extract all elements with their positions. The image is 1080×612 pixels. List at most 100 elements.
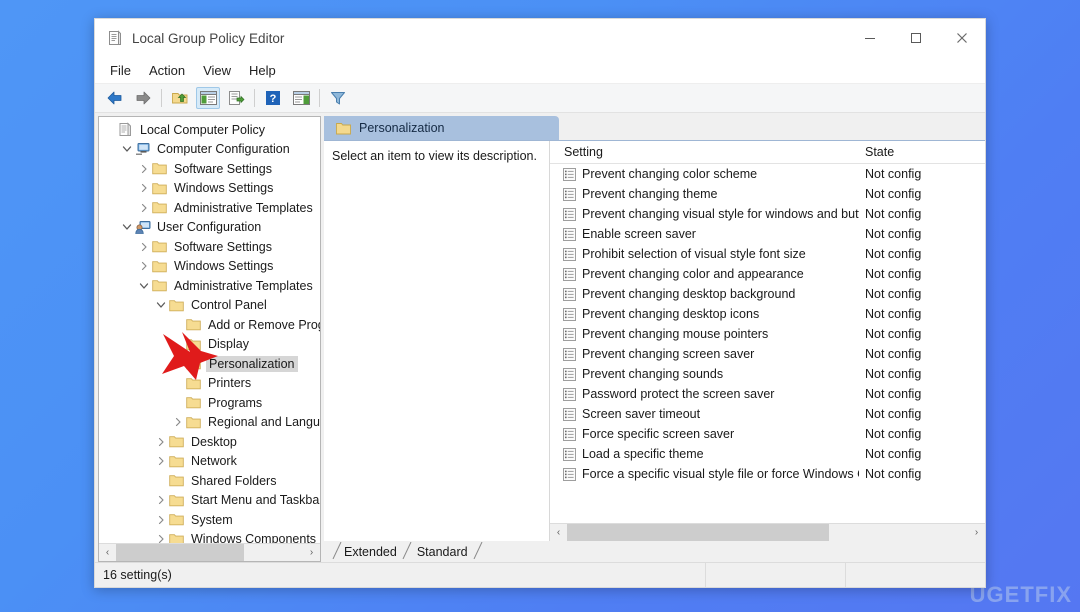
chevron-right-icon[interactable] — [137, 183, 151, 193]
tree-node[interactable]: Programs — [99, 393, 320, 413]
settings-list-row[interactable]: Prevent changing theme Not config — [550, 184, 985, 204]
settings-list-row[interactable]: Prevent changing desktop icons Not config — [550, 304, 985, 324]
chevron-right-icon[interactable] — [154, 456, 168, 466]
setting-state: Not config — [865, 287, 922, 301]
close-button[interactable] — [939, 19, 985, 57]
tree-node[interactable]: User Configuration — [99, 218, 320, 238]
tree-node[interactable]: Shared Folders — [99, 471, 320, 491]
console-tree[interactable]: Local Computer Policy Computer Configurat… — [99, 117, 320, 543]
menu-item-view[interactable]: View — [194, 60, 240, 81]
settings-list-row[interactable]: Prevent changing color scheme Not config — [550, 164, 985, 184]
forward-button[interactable] — [131, 87, 155, 109]
svg-text:?: ? — [270, 93, 277, 105]
tree-node[interactable]: Administrative Templates — [99, 276, 320, 296]
tree-scroll-track[interactable] — [116, 544, 303, 561]
settings-list-row[interactable]: Force specific screen saver Not config — [550, 424, 985, 444]
help-button[interactable]: ? — [261, 87, 285, 109]
tree-node[interactable]: Personalization — [99, 354, 320, 374]
tree-node[interactable]: Regional and Langua — [99, 413, 320, 433]
filter-button[interactable] — [326, 87, 350, 109]
settings-list-row[interactable]: Prevent changing visual style for window… — [550, 204, 985, 224]
status-cell-2 — [705, 563, 845, 587]
menu-bar: File Action View Help — [95, 57, 985, 84]
settings-list-row[interactable]: Prevent changing sounds Not config — [550, 364, 985, 384]
list-horizontal-scrollbar[interactable]: ‹ › — [550, 523, 985, 541]
chevron-down-icon[interactable] — [137, 281, 151, 291]
tree-node[interactable]: Desktop — [99, 432, 320, 452]
tree-node[interactable]: System — [99, 510, 320, 530]
tree-node[interactable]: Windows Settings — [99, 179, 320, 199]
column-header-setting[interactable]: Setting — [550, 145, 859, 159]
chevron-right-icon[interactable] — [137, 164, 151, 174]
menu-item-help[interactable]: Help — [240, 60, 285, 81]
menu-item-action[interactable]: Action — [140, 60, 194, 81]
show-hide-console-tree-button[interactable] — [196, 87, 220, 109]
column-header-state[interactable]: State — [859, 145, 985, 159]
tab-standard[interactable]: Standard — [406, 542, 483, 562]
list-scroll-track[interactable] — [567, 524, 968, 541]
settings-list-row[interactable]: Prevent changing mouse pointers Not confi… — [550, 324, 985, 344]
tree-node[interactable]: Windows Components — [99, 530, 320, 543]
tree-node[interactable]: Software Settings — [99, 159, 320, 179]
list-scroll-right-arrow[interactable]: › — [968, 524, 985, 541]
setting-state: Not config — [865, 227, 922, 241]
policy-setting-icon — [562, 327, 576, 341]
setting-state: Not config — [865, 467, 922, 481]
folder-icon — [168, 494, 185, 507]
chevron-right-icon[interactable] — [137, 242, 151, 252]
tree-node[interactable]: Network — [99, 452, 320, 472]
chevron-right-icon[interactable] — [137, 203, 151, 213]
tree-node[interactable]: Display — [99, 335, 320, 355]
policy-setting-icon — [562, 387, 576, 401]
tree-scroll-right-arrow[interactable]: › — [303, 544, 320, 561]
chevron-down-icon[interactable] — [120, 144, 134, 154]
tree-node[interactable]: Windows Settings — [99, 257, 320, 277]
status-text: 16 setting(s) — [103, 568, 172, 582]
folder-icon — [168, 435, 185, 448]
settings-list-row[interactable]: Screen saver timeout Not config — [550, 404, 985, 424]
chevron-down-icon[interactable] — [154, 300, 168, 310]
up-one-level-button[interactable] — [168, 87, 192, 109]
settings-list-row[interactable]: Password protect the screen saver Not con… — [550, 384, 985, 404]
settings-list-body[interactable]: Prevent changing color scheme Not config P… — [550, 164, 985, 523]
settings-list-row[interactable]: Force a specific visual style file or fo… — [550, 464, 985, 484]
setting-name: Password protect the screen saver — [582, 387, 775, 401]
tab-extended[interactable]: Extended — [332, 542, 412, 562]
show-hide-action-pane-button[interactable] — [289, 87, 313, 109]
settings-list-row[interactable]: Prevent changing screen saver Not config — [550, 344, 985, 364]
chevron-right-icon[interactable] — [154, 437, 168, 447]
settings-list-row[interactable]: Enable screen saver Not config — [550, 224, 985, 244]
chevron-right-icon[interactable] — [171, 417, 185, 427]
tree-node-label: Network — [191, 454, 237, 469]
list-scroll-left-arrow[interactable]: ‹ — [550, 524, 567, 541]
tree-node[interactable]: Add or Remove Prog — [99, 315, 320, 335]
list-scroll-thumb[interactable] — [567, 524, 829, 541]
chevron-right-icon[interactable] — [154, 534, 168, 543]
chevron-right-icon[interactable] — [154, 495, 168, 505]
toolbar-separator — [161, 89, 162, 107]
tree-node[interactable]: Start Menu and Taskbar — [99, 491, 320, 511]
tree-scroll-left-arrow[interactable]: ‹ — [99, 544, 116, 561]
settings-list-row[interactable]: Prohibit selection of visual style font … — [550, 244, 985, 264]
tree-horizontal-scrollbar[interactable]: ‹ › — [99, 543, 320, 561]
folder-open-icon — [185, 357, 202, 370]
tree-node[interactable]: Printers — [99, 374, 320, 394]
tree-node[interactable]: Software Settings — [99, 237, 320, 257]
policy-setting-icon — [562, 427, 576, 441]
tree-node[interactable]: Control Panel — [99, 296, 320, 316]
settings-list-row[interactable]: Load a specific theme Not config — [550, 444, 985, 464]
settings-list-row[interactable]: Prevent changing color and appearance Not… — [550, 264, 985, 284]
settings-list-row[interactable]: Prevent changing desktop background Not c… — [550, 284, 985, 304]
tree-node[interactable]: Local Computer Policy — [99, 120, 320, 140]
chevron-right-icon[interactable] — [154, 515, 168, 525]
menu-item-file[interactable]: File — [101, 60, 140, 81]
maximize-button[interactable] — [893, 19, 939, 57]
chevron-down-icon[interactable] — [120, 222, 134, 232]
export-list-button[interactable] — [224, 87, 248, 109]
tree-scroll-thumb[interactable] — [116, 544, 244, 561]
back-button[interactable] — [103, 87, 127, 109]
tree-node[interactable]: Administrative Templates — [99, 198, 320, 218]
tree-node[interactable]: Computer Configuration — [99, 140, 320, 160]
chevron-right-icon[interactable] — [137, 261, 151, 271]
minimize-button[interactable] — [847, 19, 893, 57]
